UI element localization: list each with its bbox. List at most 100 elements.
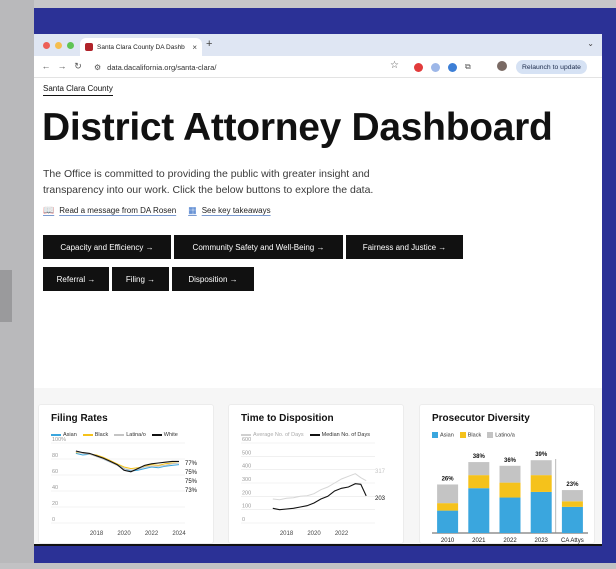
intro-text: The Office is committed to providing the… bbox=[43, 168, 374, 196]
filing-rates-chart: 0 20 40 60 80 100% 2018 2020 2022 2024 77% 75% 75% 73… bbox=[51, 437, 198, 537]
extension-icon[interactable] bbox=[448, 62, 457, 72]
zoom-window-button[interactable] bbox=[67, 42, 74, 49]
close-tab-icon[interactable]: × bbox=[192, 43, 197, 52]
bar-segment-latino-a bbox=[530, 460, 552, 476]
reload-icon[interactable]: ↻ bbox=[70, 61, 86, 72]
bookmark-star-icon[interactable]: ☆ bbox=[390, 60, 399, 71]
referral-button[interactable]: Referral → bbox=[43, 267, 109, 291]
community-safety-button[interactable]: Community Safety and Well-Being → bbox=[174, 235, 343, 259]
x-tick-label: 2018 bbox=[280, 531, 294, 537]
y-tick-label: 40 bbox=[52, 485, 58, 491]
background-bottom bbox=[0, 563, 616, 569]
bar-segment-latino-a bbox=[437, 484, 459, 504]
bar-segment-asian bbox=[561, 506, 583, 533]
bar-segment-black bbox=[561, 501, 583, 507]
end-value-label: 75% bbox=[185, 479, 198, 485]
bar-segment-latino-a bbox=[561, 490, 583, 502]
series-line-white bbox=[75, 450, 179, 473]
extension-icon[interactable] bbox=[431, 62, 440, 72]
read-message-label: Read a message from DA Rosen bbox=[59, 206, 177, 215]
background-top bbox=[0, 0, 616, 8]
y-tick-label: 60 bbox=[52, 469, 58, 475]
bar-segment-asian bbox=[437, 510, 459, 533]
time-to-disposition-card[interactable]: Time to Disposition Average No. of Days … bbox=[228, 404, 404, 544]
y-tick-label: 200 bbox=[242, 490, 251, 496]
y-tick-label: 0 bbox=[242, 517, 245, 523]
stage-buttons: Referral → Filing → Disposition → bbox=[43, 267, 254, 291]
end-value-label: 317 bbox=[375, 469, 386, 475]
time-to-disposition-chart: 0 100 200 300 400 500 600 2018 2020 2022 317 203 bbox=[241, 437, 386, 537]
tab-title: Santa Clara County DA Dashb bbox=[97, 43, 185, 51]
x-tick-label: 2022 bbox=[145, 531, 159, 537]
bar-segment-black bbox=[468, 475, 490, 489]
close-window-button[interactable] bbox=[43, 42, 50, 49]
minimize-window-button[interactable] bbox=[55, 42, 62, 49]
key-takeaways-label: See key takeaways bbox=[201, 206, 271, 215]
disposition-button[interactable]: Disposition → bbox=[172, 267, 254, 291]
site-settings-icon[interactable]: ⚙ bbox=[94, 63, 101, 72]
x-tick-label: 2024 bbox=[172, 531, 186, 537]
back-arrow-icon[interactable]: ← bbox=[38, 61, 54, 72]
x-tick-label: 2022 bbox=[335, 531, 349, 537]
bar-segment-latino-a bbox=[468, 462, 490, 476]
bar-segment-asian bbox=[499, 497, 521, 533]
x-tick-label: 2018 bbox=[90, 531, 104, 537]
browser-window: Santa Clara County DA Dashb × + ⌄ ← → ↻ … bbox=[34, 34, 602, 546]
end-value-label: 203 bbox=[375, 496, 386, 502]
extensions-puzzle-icon[interactable]: ⧉ bbox=[465, 62, 471, 72]
browser-toolbar: ← → ↻ ⚙ data.dacalifornia.org/santa-clar… bbox=[34, 56, 602, 78]
y-tick-label: 500 bbox=[242, 450, 251, 456]
window-controls bbox=[43, 42, 74, 49]
bar-total-label: 36% bbox=[504, 458, 517, 464]
bar-total-label: 38% bbox=[473, 454, 486, 460]
table-icon: ▦ bbox=[188, 205, 197, 215]
tab-search-chevron-icon[interactable]: ⌄ bbox=[587, 39, 594, 48]
tab-bar: Santa Clara County DA Dashb × + ⌄ bbox=[34, 34, 602, 56]
filing-rates-card[interactable]: Filing Rates Asian Black Latina/o White … bbox=[38, 404, 214, 544]
relaunch-button[interactable]: Relaunch to update bbox=[516, 60, 587, 74]
bar-segment-black bbox=[530, 475, 552, 492]
prosecutor-diversity-card[interactable]: Prosecutor Diversity Asian Black Latino/… bbox=[419, 404, 595, 544]
x-tick-label: 2020 bbox=[117, 531, 131, 537]
book-icon: 📖 bbox=[43, 205, 55, 215]
key-takeaways-link[interactable]: ▦ See key takeaways bbox=[188, 205, 270, 216]
filing-button[interactable]: Filing → bbox=[112, 267, 169, 291]
y-tick-label: 80 bbox=[52, 453, 58, 459]
bar-segment-black bbox=[499, 482, 521, 498]
series-line-average-no-of-days bbox=[272, 473, 367, 501]
background-left bbox=[0, 0, 34, 569]
charts-section: Filing Rates Asian Black Latina/o White … bbox=[34, 388, 602, 546]
address-bar[interactable]: ⚙ data.dacalifornia.org/santa-clara/ bbox=[94, 59, 404, 75]
forward-arrow-icon[interactable]: → bbox=[54, 61, 70, 72]
end-value-label: 75% bbox=[185, 470, 198, 476]
y-tick-label: 100% bbox=[52, 437, 66, 443]
bottom-bar bbox=[34, 544, 602, 546]
y-tick-label: 0 bbox=[52, 517, 55, 523]
capacity-efficiency-button[interactable]: Capacity and Efficiency → bbox=[43, 235, 171, 259]
page-content: Santa Clara County District Attorney Das… bbox=[34, 78, 602, 546]
bar-segment-asian bbox=[468, 488, 490, 533]
read-message-link[interactable]: 📖 Read a message from DA Rosen bbox=[43, 205, 176, 216]
background-shape bbox=[0, 270, 12, 322]
y-tick-label: 20 bbox=[52, 501, 58, 507]
fairness-justice-button[interactable]: Fairness and Justice → bbox=[346, 235, 463, 259]
bar-segment-asian bbox=[530, 491, 552, 533]
county-link[interactable]: Santa Clara County bbox=[43, 84, 113, 96]
series-line-median-no-of-days bbox=[272, 483, 367, 511]
y-tick-label: 600 bbox=[242, 437, 251, 443]
new-tab-icon[interactable]: + bbox=[206, 38, 212, 50]
end-value-label: 73% bbox=[185, 488, 198, 494]
quick-links: 📖 Read a message from DA Rosen ▦ See key… bbox=[43, 205, 271, 216]
url-text: data.dacalifornia.org/santa-clara/ bbox=[107, 62, 217, 72]
bar-segment-black bbox=[437, 503, 459, 511]
category-buttons: Capacity and Efficiency → Community Safe… bbox=[43, 235, 463, 259]
bar-segment-latino-a bbox=[499, 465, 521, 483]
adblock-extension-icon[interactable] bbox=[414, 62, 423, 72]
browser-tab[interactable]: Santa Clara County DA Dashb × bbox=[80, 38, 202, 56]
end-value-label: 77% bbox=[185, 461, 198, 467]
profile-avatar[interactable] bbox=[497, 61, 507, 71]
y-tick-label: 400 bbox=[242, 464, 251, 470]
background-right bbox=[602, 8, 616, 563]
y-tick-label: 300 bbox=[242, 477, 251, 483]
prosecutor-diversity-chart: 26%201038%202136%202239%202323%CA Attys bbox=[432, 452, 588, 544]
